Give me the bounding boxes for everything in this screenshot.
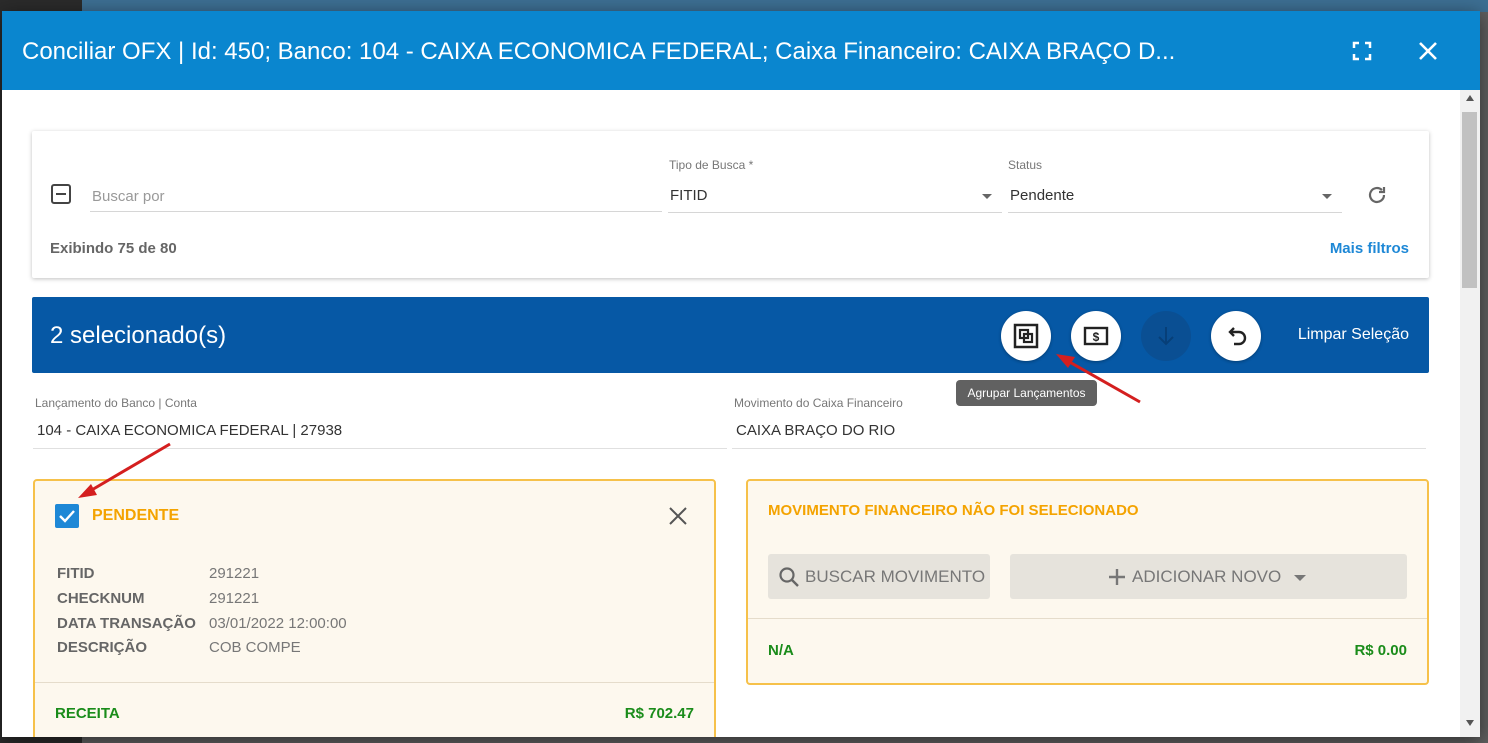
refresh-icon[interactable]	[1365, 183, 1389, 207]
search-icon	[779, 567, 799, 587]
field-value: 291221	[209, 565, 260, 582]
cash-amount: R$ 0.00	[1354, 642, 1407, 659]
bank-column-label: Lançamento do Banco | Conta	[35, 396, 197, 410]
entry-amount: R$ 702.47	[624, 705, 694, 722]
cash-entry-card: MOVIMENTO FINANCEIRO NÃO FOI SELECIONADO…	[746, 479, 1429, 685]
search-type-label: Tipo de Busca *	[669, 158, 754, 172]
showing-count: Exibindo 75 de 80	[50, 240, 177, 257]
add-new-button[interactable]: ADICIONAR NOVO	[1010, 554, 1407, 599]
caret-down-icon	[982, 194, 992, 199]
undo-icon	[1228, 327, 1247, 346]
selection-count: 2 selecionado(s)	[50, 322, 227, 349]
plus-icon	[1109, 569, 1125, 585]
bank-account-text: 104 - CAIXA ECONOMICA FEDERAL | 27938	[37, 422, 343, 439]
group-entries-button[interactable]	[1001, 311, 1051, 361]
entry-type: RECEITA	[55, 705, 120, 722]
scrollbar-thumb[interactable]	[1462, 112, 1477, 288]
na-label: N/A	[768, 642, 794, 659]
close-dialog-button[interactable]	[1414, 37, 1442, 65]
fullscreen-button[interactable]	[1348, 37, 1376, 65]
field-value: COB COMPE	[209, 639, 301, 656]
status-value: Pendente	[1010, 187, 1075, 204]
undo-button[interactable]	[1211, 311, 1261, 361]
cash-column-value: CAIXA BRAÇO DO RIO	[732, 414, 1426, 449]
search-input[interactable]	[90, 181, 662, 212]
search-type-value: FITID	[670, 187, 708, 204]
group-entries-icon	[1013, 323, 1039, 349]
bank-column-value: 104 - CAIXA ECONOMICA FEDERAL | 27938	[33, 414, 727, 449]
caret-down-icon	[1294, 575, 1306, 581]
card-divider	[35, 682, 714, 683]
caret-down-icon	[1322, 194, 1332, 199]
entry-checkbox[interactable]	[55, 504, 79, 528]
scroll-down-icon[interactable]	[1466, 720, 1474, 726]
field-key: DESCRIÇÃO	[57, 639, 148, 656]
clear-selection-button[interactable]: Limpar Seleção	[1298, 326, 1409, 344]
scroll-up-icon[interactable]	[1466, 95, 1474, 101]
entry-status: PENDENTE	[92, 507, 180, 524]
add-new-label: ADICIONAR NOVO	[1132, 567, 1282, 586]
search-type-select[interactable]: FITID	[668, 180, 1002, 213]
more-filters-link[interactable]: Mais filtros	[1330, 240, 1409, 257]
check-icon	[59, 510, 75, 523]
download-button[interactable]	[1141, 311, 1191, 361]
dialog-content: Tipo de Busca * FITID Status Pendente Ex…	[2, 90, 1460, 737]
selection-bar: 2 selecionado(s) $ Limpar Seleção	[32, 297, 1429, 373]
fullscreen-icon	[1352, 41, 1372, 61]
field-key: CHECKNUM	[57, 590, 145, 607]
field-key: DATA TRANSAÇÃO	[57, 615, 196, 632]
no-movement-message: MOVIMENTO FINANCEIRO NÃO FOI SELECIONADO	[768, 502, 1139, 519]
svg-text:$: $	[1093, 330, 1100, 344]
close-icon[interactable]	[667, 505, 689, 527]
field-key: FITID	[57, 565, 95, 582]
filter-card: Tipo de Busca * FITID Status Pendente Ex…	[32, 131, 1429, 278]
search-movement-button[interactable]: BUSCAR MOVIMENTO	[768, 554, 990, 599]
card-divider	[748, 618, 1427, 619]
financial-button[interactable]: $	[1071, 311, 1121, 361]
field-value: 03/01/2022 12:00:00	[209, 615, 347, 632]
bank-entry-card: PENDENTE FITID 291221 CHECKNUM 291221 DA…	[33, 479, 716, 737]
search-movement-label: BUSCAR MOVIMENTO	[805, 567, 986, 586]
cash-account-text: CAIXA BRAÇO DO RIO	[736, 422, 896, 439]
dialog-title: Conciliar OFX | Id: 450; Banco: 104 - CA…	[22, 38, 1176, 65]
status-label: Status	[1008, 158, 1043, 172]
field-value: 291221	[209, 590, 260, 607]
deselect-icon[interactable]	[51, 184, 71, 204]
dialog-titlebar: Conciliar OFX | Id: 450; Banco: 104 - CA…	[2, 11, 1480, 90]
cash-column-label: Movimento do Caixa Financeiro	[734, 396, 903, 410]
arrow-down-icon	[1158, 327, 1174, 346]
money-icon: $	[1083, 326, 1109, 346]
status-select[interactable]: Pendente	[1008, 180, 1342, 213]
reconcile-dialog: Conciliar OFX | Id: 450; Banco: 104 - CA…	[2, 11, 1480, 737]
close-icon	[1419, 42, 1437, 60]
group-entries-tooltip: Agrupar Lançamentos	[956, 380, 1097, 406]
